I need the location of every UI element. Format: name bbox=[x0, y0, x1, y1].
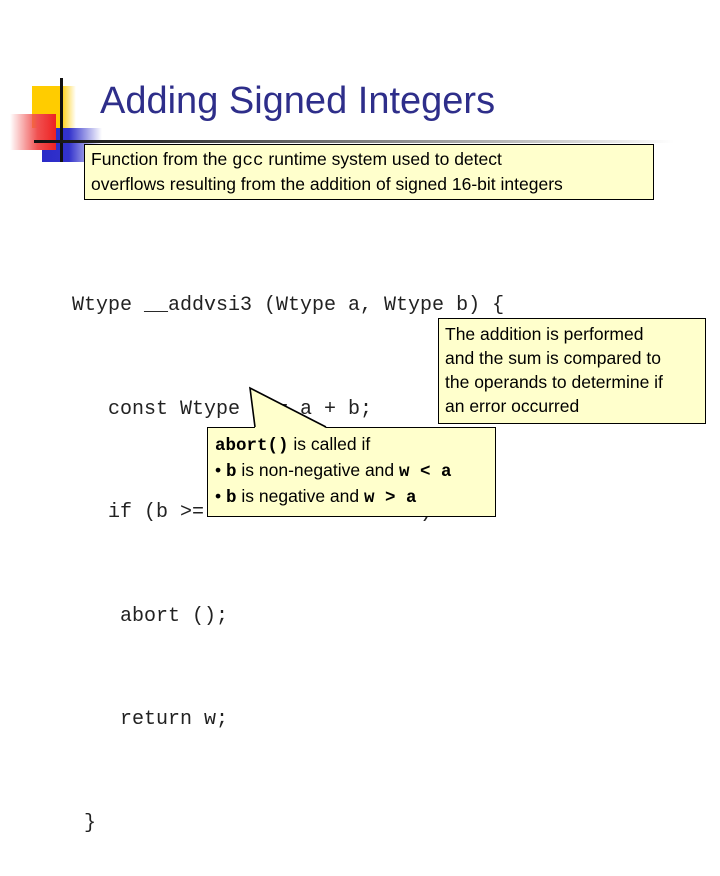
callout-bullet: • b is negative and w > a bbox=[215, 484, 495, 510]
note-line: and the sum is compared to bbox=[445, 348, 661, 368]
cond-code: w < a bbox=[399, 462, 452, 482]
code-line: return w; bbox=[72, 708, 229, 731]
gcc-code: gcc bbox=[232, 151, 264, 171]
callout-header: abort() is called if bbox=[215, 432, 495, 458]
note-line: The addition is performed bbox=[445, 324, 644, 344]
bullet-icon: • bbox=[215, 486, 222, 506]
intro-note-line-1: Function from the gcc runtime system use… bbox=[91, 148, 653, 173]
intro-note-line-2: overflows resulting from the addition of… bbox=[91, 174, 563, 194]
slide-title: Adding Signed Integers bbox=[100, 80, 496, 122]
bullet-icon: • bbox=[215, 460, 222, 480]
decor-red-square bbox=[10, 114, 56, 150]
abort-callout: abort() is called if • b is non-negative… bbox=[207, 427, 496, 517]
note-line: the operands to determine if bbox=[445, 372, 663, 392]
intro-note: Function from the gcc runtime system use… bbox=[84, 144, 654, 200]
callout-header-text: is called if bbox=[288, 434, 371, 454]
note-line: an error occurred bbox=[445, 396, 580, 416]
decor-vertical-line bbox=[60, 78, 63, 162]
title-underline bbox=[34, 140, 674, 143]
bullet-text: is non-negative and bbox=[236, 460, 400, 480]
comparison-note: The addition is performed and the sum is… bbox=[438, 318, 706, 424]
intro-text: Function from the bbox=[91, 149, 233, 169]
code-line: } bbox=[72, 811, 97, 835]
var-code: b bbox=[226, 462, 237, 482]
bullet-text: is negative and bbox=[236, 486, 364, 506]
intro-text: runtime system used to detect bbox=[263, 149, 502, 169]
code-line: abort (); bbox=[72, 604, 229, 628]
cond-code: w > a bbox=[363, 488, 417, 508]
abort-code: abort() bbox=[215, 436, 289, 456]
var-code: b bbox=[226, 488, 237, 508]
callout-bullet: • b is non-negative and w < a bbox=[215, 458, 495, 484]
